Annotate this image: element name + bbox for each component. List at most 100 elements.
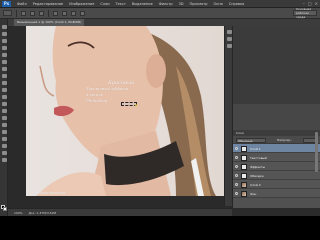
character-panel-icon[interactable] <box>226 44 232 48</box>
blur-tool-icon[interactable] <box>1 109 7 113</box>
move-tool-icon[interactable] <box>1 25 7 29</box>
eye-icon[interactable] <box>235 183 238 186</box>
properties-panel-icon[interactable] <box>226 37 232 41</box>
menu-image[interactable]: Изображение <box>69 2 94 6</box>
document-size: Док: 1,37M/3,52M <box>28 210 57 215</box>
layer-row[interactable]: Фон <box>233 189 320 198</box>
tab-layers[interactable]: Слои <box>236 131 244 135</box>
layers-scrollbar[interactable] <box>315 132 318 172</box>
layer-name: Эффекты <box>250 164 265 169</box>
lasso-tool-icon[interactable] <box>1 39 7 43</box>
photoshop-logo: Ps <box>2 0 11 7</box>
layer-thumbnail <box>241 190 247 197</box>
menu-bar: Ps Файл Редактирование Изображение Слои … <box>0 0 320 8</box>
toolbox <box>0 19 8 216</box>
healing-brush-tool-icon[interactable] <box>1 67 7 71</box>
menu-filter[interactable]: Фильтр <box>159 2 173 6</box>
document-tab[interactable]: Безымянный-1 @ 100% (Слой 1, RGB/8#) <box>14 19 84 26</box>
timeline-label[interactable]: Шкала времени <box>36 191 65 195</box>
layers-panel: Слои Обычные Непрозр.: Слой 1 Текстовый … <box>233 130 320 208</box>
layer-name: Слой 1 <box>250 146 261 151</box>
close-icon[interactable]: × <box>315 1 318 6</box>
align-icon[interactable] <box>62 10 67 16</box>
status-bar: 100% Док: 1,37M/3,52M <box>8 208 232 216</box>
blend-mode-value: Обычные <box>238 139 253 143</box>
document-canvas[interactable]: Красивый Текстовый эффект в стиле Photos… <box>26 26 225 196</box>
menu-view[interactable]: Просмотр <box>190 2 208 6</box>
layer-thumbnail <box>241 172 247 179</box>
eyedropper-tool-icon[interactable] <box>1 60 7 64</box>
tool-preset-button[interactable] <box>3 10 12 16</box>
menu-file[interactable]: Файл <box>17 2 27 6</box>
layer-row[interactable]: Текстовый fx <box>233 153 320 162</box>
layer-name: Слой 2 <box>250 182 261 187</box>
layer-name: Текстовый <box>250 155 267 160</box>
window-controls: – □ × <box>303 1 318 6</box>
quick-select-tool-icon[interactable] <box>1 46 7 50</box>
crop-tool-icon[interactable] <box>1 53 7 57</box>
menu-edit[interactable]: Редактирование <box>33 2 64 6</box>
canvas-text-line: Текстовый эффект <box>86 86 129 91</box>
path-select-tool-icon[interactable] <box>1 137 7 141</box>
layer-name: Обводка <box>250 173 264 178</box>
eye-icon[interactable] <box>235 174 238 177</box>
type-tool-icon[interactable] <box>1 130 7 134</box>
gradient-tool-icon[interactable] <box>1 102 7 106</box>
menu-layers[interactable]: Слои <box>100 2 109 6</box>
layer-thumbnail <box>241 145 247 152</box>
bottom-letterbox <box>0 216 320 240</box>
shape-tool-icon[interactable] <box>1 144 7 148</box>
canvas-text-line: Photoshop <box>86 98 108 103</box>
clone-stamp-tool-icon[interactable] <box>1 81 7 85</box>
divider <box>16 9 17 17</box>
menu-type[interactable]: Текст <box>116 2 126 6</box>
options-bar: Основная рабочая среда <box>0 7 320 19</box>
marquee-tool-icon[interactable] <box>1 32 7 36</box>
history-panel-icon[interactable] <box>226 30 232 34</box>
layers-list: Слой 1 Текстовый fx Эффекты Обводка <box>233 144 320 198</box>
maximize-icon[interactable]: □ <box>308 1 312 6</box>
menu-help[interactable]: Справка <box>229 2 244 6</box>
align-icon[interactable] <box>53 10 58 16</box>
eye-icon[interactable] <box>235 192 238 195</box>
option-toggle[interactable] <box>30 10 35 16</box>
menu-select[interactable]: Выделение <box>132 2 153 6</box>
background-color-swatch[interactable] <box>3 207 7 211</box>
option-toggle[interactable] <box>21 10 26 16</box>
cursor-icon: ✦ <box>134 103 139 109</box>
menu-window[interactable]: Окно <box>213 2 222 6</box>
color-panel <box>233 26 320 104</box>
layer-thumbnail <box>241 163 247 170</box>
right-panel-dock: Слои Обычные Непрозр.: Слой 1 Текстовый … <box>232 26 320 208</box>
option-toggle[interactable] <box>39 10 44 16</box>
zoom-level[interactable]: 100% <box>14 211 23 215</box>
align-icon[interactable] <box>71 10 76 16</box>
history-brush-tool-icon[interactable] <box>1 88 7 92</box>
workspace-select[interactable]: Основная рабочая среда <box>293 7 317 19</box>
zoom-tool-icon[interactable] <box>1 158 7 162</box>
eraser-tool-icon[interactable] <box>1 95 7 99</box>
minimize-icon[interactable]: – <box>303 1 305 6</box>
pen-tool-icon[interactable] <box>1 123 7 127</box>
layer-thumbnail <box>241 154 247 161</box>
canvas-text-line: в стиле <box>86 92 104 97</box>
layers-toolbar: Обычные Непрозр.: <box>233 136 320 144</box>
layer-name: Фон <box>250 191 257 196</box>
brush-tool-icon[interactable] <box>1 74 7 78</box>
eye-icon[interactable] <box>235 165 238 168</box>
divider <box>48 9 49 17</box>
layer-thumbnail <box>241 181 247 188</box>
eye-icon[interactable] <box>235 147 238 150</box>
opacity-label: Непрозр.: <box>277 138 293 142</box>
document-tab-bar: Безымянный-1 @ 100% (Слой 1, RGB/8#) <box>8 19 320 26</box>
align-icon[interactable] <box>80 10 85 16</box>
layer-row[interactable]: Слой 2 <box>233 180 320 189</box>
blend-mode-select[interactable]: Обычные <box>236 137 266 143</box>
hand-tool-icon[interactable] <box>1 151 7 155</box>
eye-icon[interactable] <box>235 156 238 159</box>
layer-row[interactable]: Обводка <box>233 171 320 180</box>
layer-row[interactable]: Слой 1 <box>233 144 320 153</box>
dodge-tool-icon[interactable] <box>1 116 7 120</box>
menu-3d[interactable]: 3D <box>179 2 184 6</box>
layer-row[interactable]: Эффекты <box>233 162 320 171</box>
